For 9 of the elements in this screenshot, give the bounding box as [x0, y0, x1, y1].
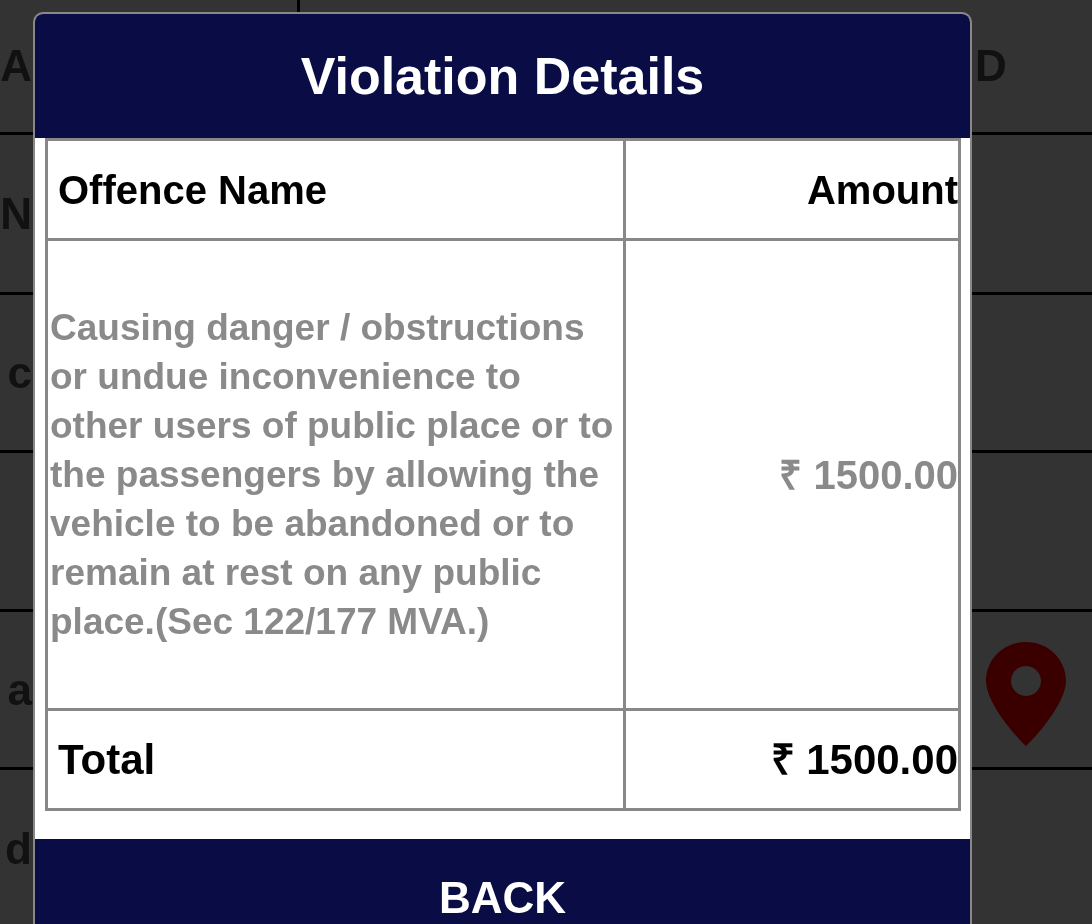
table-cell: ₹ 1500.00 [624, 239, 960, 710]
column-header: Offence Name [46, 139, 625, 240]
total-label: Total [46, 709, 625, 810]
back-button[interactable]: BACK [35, 839, 970, 924]
total-amount: ₹ 1500.00 [624, 709, 960, 810]
table-cell: Causing danger / obstructions or undue inconvenience to other users of public place or to the passengers by allowing the vehicle to be abandoned or to remain at rest on any public place.(Sec 122/177 MVA.) [46, 239, 625, 710]
location-pin-icon[interactable] [986, 642, 1066, 746]
dialog-title: Violation Details [300, 46, 705, 107]
column-header: Amount [624, 139, 960, 240]
